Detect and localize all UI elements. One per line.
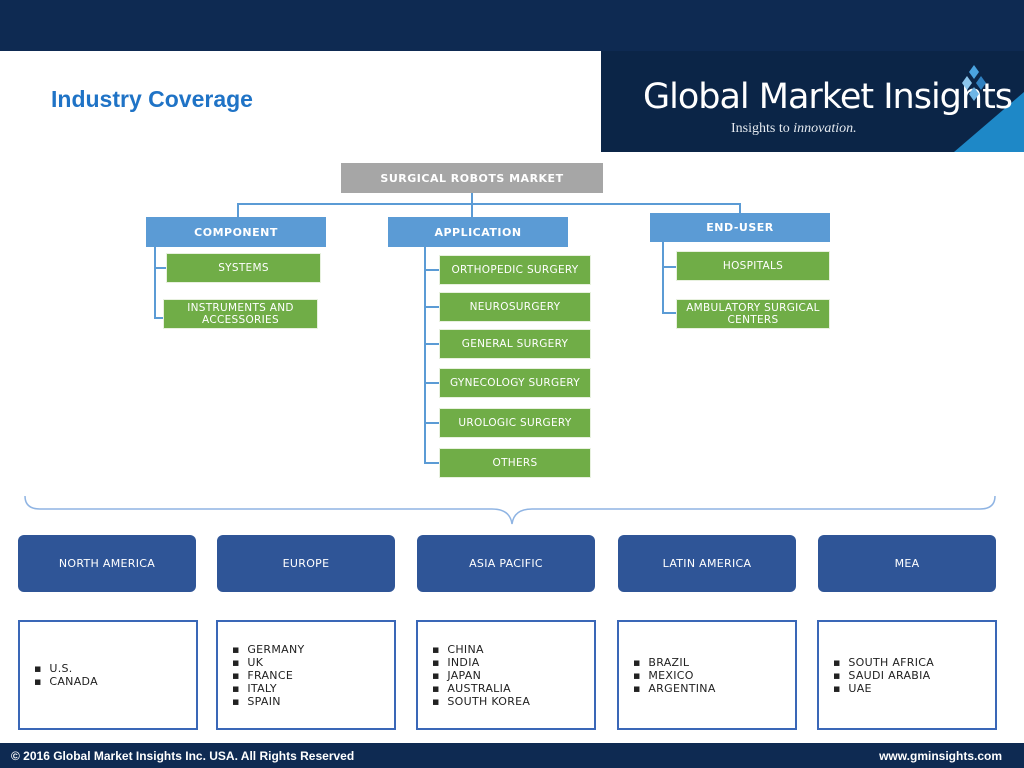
- country-item: CANADA: [34, 675, 98, 688]
- country-item: SOUTH KOREA: [432, 695, 530, 708]
- connector-line: [424, 462, 439, 464]
- country-list: GERMANY UK FRANCE ITALY SPAIN: [232, 643, 305, 708]
- leaf-orthopedic-box: ORTHOPEDIC SURGERY: [439, 255, 591, 285]
- connector-line: [424, 247, 426, 464]
- country-item: BRAZIL: [633, 656, 716, 669]
- country-list: BRAZIL MEXICO ARGENTINA: [633, 656, 716, 695]
- country-list: U.S. CANADA: [34, 662, 98, 688]
- top-header-bar: [0, 0, 1024, 51]
- category-component-box: COMPONENT: [146, 217, 326, 247]
- leaf-others-box: OTHERS: [439, 448, 591, 478]
- region-mea-box: MEA: [818, 535, 996, 592]
- region-europe-box: EUROPE: [217, 535, 395, 592]
- connector-line: [424, 382, 439, 384]
- country-item: MEXICO: [633, 669, 716, 682]
- leaf-systems-box: SYSTEMS: [166, 253, 321, 283]
- countries-europe-box: GERMANY UK FRANCE ITALY SPAIN: [216, 620, 396, 730]
- diamond-logo-icon: [962, 65, 986, 101]
- footer-bar: © 2016 Global Market Insights Inc. USA. …: [0, 743, 1024, 768]
- country-list: CHINA INDIA JAPAN AUSTRALIA SOUTH KOREA: [432, 643, 530, 708]
- root-node-box: SURGICAL ROBOTS MARKET: [341, 163, 603, 193]
- connector-line: [471, 203, 473, 217]
- connector-line: [662, 312, 676, 314]
- logo-panel: Global Market Insights Insights to innov…: [601, 51, 1024, 152]
- leaf-general-surgery-box: GENERAL SURGERY: [439, 329, 591, 359]
- connector-line: [424, 343, 439, 345]
- country-item: GERMANY: [232, 643, 305, 656]
- country-item: SPAIN: [232, 695, 305, 708]
- country-item: UK: [232, 656, 305, 669]
- footer-copyright: © 2016 Global Market Insights Inc. USA. …: [11, 748, 355, 763]
- leaf-neurosurgery-box: NEUROSURGERY: [439, 292, 591, 322]
- slide-title: Industry Coverage: [51, 86, 253, 112]
- connector-line: [662, 266, 676, 268]
- connector-line: [237, 203, 741, 205]
- connector-line: [154, 247, 156, 319]
- footer-website-link[interactable]: www.gminsights.com: [879, 749, 1002, 763]
- leaf-urologic-box: UROLOGIC SURGERY: [439, 408, 591, 438]
- leaf-ambulatory-box: AMBULATORY SURGICAL CENTERS: [676, 299, 830, 329]
- connector-line: [154, 267, 166, 269]
- logo-tagline: Insights to innovation.: [731, 121, 857, 137]
- country-list: SOUTH AFRICA SAUDI ARABIA UAE: [833, 656, 934, 695]
- category-end-user-box: END-USER: [650, 213, 830, 242]
- connector-line: [237, 203, 239, 217]
- country-item: SOUTH AFRICA: [833, 656, 934, 669]
- connector-line: [424, 306, 439, 308]
- region-latin-america-box: LATIN AMERICA: [618, 535, 796, 592]
- country-item: INDIA: [432, 656, 530, 669]
- region-asia-pacific-box: ASIA PACIFIC: [417, 535, 595, 592]
- category-application-box: APPLICATION: [388, 217, 568, 247]
- countries-asia-pacific-box: CHINA INDIA JAPAN AUSTRALIA SOUTH KOREA: [416, 620, 596, 730]
- country-item: U.S.: [34, 662, 98, 675]
- leaf-instruments-box: INSTRUMENTS AND ACCESSORIES: [163, 299, 318, 329]
- country-item: CHINA: [432, 643, 530, 656]
- connector-line: [424, 422, 439, 424]
- region-bracket: [24, 495, 996, 525]
- countries-north-america-box: U.S. CANADA: [18, 620, 198, 730]
- country-item: ARGENTINA: [633, 682, 716, 695]
- country-item: SAUDI ARABIA: [833, 669, 934, 682]
- region-north-america-box: NORTH AMERICA: [18, 535, 196, 592]
- leaf-hospitals-box: HOSPITALS: [676, 251, 830, 281]
- country-item: FRANCE: [232, 669, 305, 682]
- logo-name: Global Market Insights: [643, 77, 1013, 117]
- country-item: ITALY: [232, 682, 305, 695]
- logo-tagline-prefix: Insights to: [731, 121, 790, 136]
- connector-line: [662, 242, 664, 314]
- connector-line: [739, 203, 741, 213]
- connector-line: [424, 269, 439, 271]
- logo-tagline-emphasis: innovation.: [793, 121, 857, 136]
- countries-mea-box: SOUTH AFRICA SAUDI ARABIA UAE: [817, 620, 997, 730]
- country-item: UAE: [833, 682, 934, 695]
- country-item: JAPAN: [432, 669, 530, 682]
- leaf-gynecology-box: GYNECOLOGY SURGERY: [439, 368, 591, 398]
- country-item: AUSTRALIA: [432, 682, 530, 695]
- countries-latin-america-box: BRAZIL MEXICO ARGENTINA: [617, 620, 797, 730]
